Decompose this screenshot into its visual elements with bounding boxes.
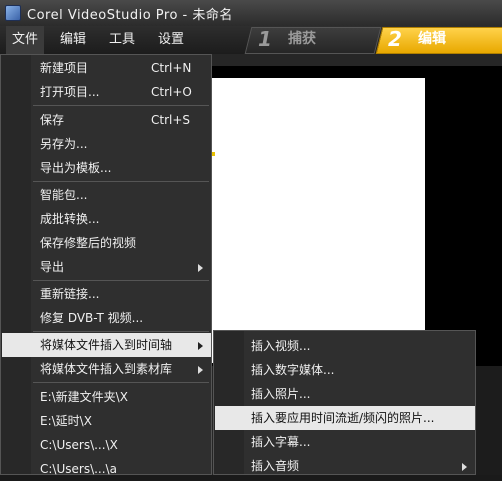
tab-edit-label: 编辑 — [418, 31, 446, 47]
submenu-arrow-icon — [198, 264, 203, 272]
menu-item-label: 插入数字媒体... — [251, 363, 335, 377]
menu-item-save[interactable]: 保存 Ctrl+S — [2, 108, 211, 132]
menu-item-label: 插入音频 — [251, 459, 300, 473]
menu-item-shortcut: Ctrl+N — [151, 61, 192, 75]
menu-item-recent-3[interactable]: C:\Users\...\X — [2, 433, 211, 457]
menu-separator — [33, 280, 209, 281]
menu-item-label: 导出为模板... — [40, 161, 112, 175]
menu-item-label: 插入字幕... — [251, 435, 311, 449]
menu-separator — [33, 181, 209, 182]
menu-item-label: 插入照片... — [251, 387, 311, 401]
menu-item-recent-1[interactable]: E:\新建文件夹\X — [2, 385, 211, 409]
menu-item-label: 另存为... — [40, 137, 88, 151]
menu-item-label: 插入视频... — [251, 339, 311, 353]
menu-separator — [33, 105, 209, 106]
menu-file[interactable]: 文件 — [6, 26, 45, 54]
submenu-arrow-icon — [198, 342, 203, 350]
menu-item-label: 打开项目... — [40, 85, 100, 99]
menu-item-export-template[interactable]: 导出为模板... — [2, 156, 211, 180]
menu-item-label: 保存 — [40, 113, 65, 127]
menu-settings[interactable]: 设置 — [152, 26, 190, 54]
preview-canvas — [212, 78, 425, 363]
app-icon — [5, 5, 21, 21]
submenu-item-insert-subtitle[interactable]: 插入字幕... — [215, 430, 475, 454]
tab-capture-number: 1 — [258, 27, 272, 51]
menu-item-new-project[interactable]: 新建项目 Ctrl+N — [2, 56, 211, 80]
menu-item-export[interactable]: 导出 — [2, 255, 211, 279]
submenu-item-insert-timelapse-photo[interactable]: 插入要应用时间流逝/频闪的照片... — [215, 406, 475, 430]
menu-separator — [33, 382, 209, 383]
menu-item-batch-convert[interactable]: 成批转换... — [2, 207, 211, 231]
menu-item-shortcut: Ctrl+S — [151, 113, 191, 127]
menu-item-label: C:\Users\...\a — [40, 462, 117, 476]
menu-item-label: 将媒体文件插入到素材库 — [40, 362, 173, 376]
menu-item-label: 智能包... — [40, 188, 88, 202]
menu-item-label: E:\新建文件夹\X — [40, 390, 128, 404]
submenu-item-insert-video[interactable]: 插入视频... — [215, 334, 475, 358]
menu-item-label: 导出 — [40, 260, 65, 274]
menu-item-recent-2[interactable]: E:\延时\X — [2, 409, 211, 433]
submenu-item-insert-audio[interactable]: 插入音频 — [215, 454, 475, 478]
submenu-arrow-icon — [198, 366, 203, 374]
menu-item-label: 成批转换... — [40, 212, 100, 226]
submenu-item-insert-digital-media[interactable]: 插入数字媒体... — [215, 358, 475, 382]
tab-edit-number: 2 — [388, 27, 402, 51]
menu-item-smart-package[interactable]: 智能包... — [2, 183, 211, 207]
file-menu-dropdown: 新建项目 Ctrl+N 打开项目... Ctrl+O 保存 Ctrl+S 另存为… — [0, 54, 212, 476]
menu-item-insert-to-library[interactable]: 将媒体文件插入到素材库 — [2, 357, 211, 381]
menu-tools[interactable]: 工具 — [103, 26, 141, 54]
tab-capture-label: 捕获 — [288, 31, 316, 47]
submenu-item-insert-photo[interactable]: 插入照片... — [215, 382, 475, 406]
side-panel — [472, 366, 502, 475]
submenu-arrow-icon — [462, 463, 467, 471]
menu-item-save-as[interactable]: 另存为... — [2, 132, 211, 156]
window-title: Corel VideoStudio Pro - 未命名 — [27, 7, 233, 23]
menu-item-insert-to-timeline[interactable]: 将媒体文件插入到时间轴 — [2, 333, 211, 357]
menu-item-label: E:\延时\X — [40, 414, 92, 428]
menu-item-label: 修复 DVB-T 视频... — [40, 311, 144, 325]
menu-item-open-project[interactable]: 打开项目... Ctrl+O — [2, 80, 211, 104]
menu-item-relink[interactable]: 重新链接... — [2, 282, 211, 306]
menu-item-label: 重新链接... — [40, 287, 100, 301]
menu-item-recent-4[interactable]: C:\Users\...\a — [2, 457, 211, 481]
insert-timeline-submenu: 插入视频... 插入数字媒体... 插入照片... 插入要应用时间流逝/频闪的照… — [213, 330, 476, 475]
menu-item-label: 新建项目 — [40, 61, 89, 75]
menu-item-label: C:\Users\...\X — [40, 438, 118, 452]
menu-item-save-trimmed-video[interactable]: 保存修整后的视频 — [2, 231, 211, 255]
menu-item-label: 插入要应用时间流逝/频闪的照片... — [251, 411, 435, 425]
menu-edit[interactable]: 编辑 — [54, 26, 92, 54]
menu-item-repair-dvbt[interactable]: 修复 DVB-T 视频... — [2, 306, 211, 330]
menu-separator — [33, 331, 209, 332]
title-bar: Corel VideoStudio Pro - 未命名 — [0, 0, 502, 27]
menu-item-label: 保存修整后的视频 — [40, 236, 137, 250]
menu-item-shortcut: Ctrl+O — [151, 85, 192, 99]
menu-item-label: 将媒体文件插入到时间轴 — [40, 338, 173, 352]
